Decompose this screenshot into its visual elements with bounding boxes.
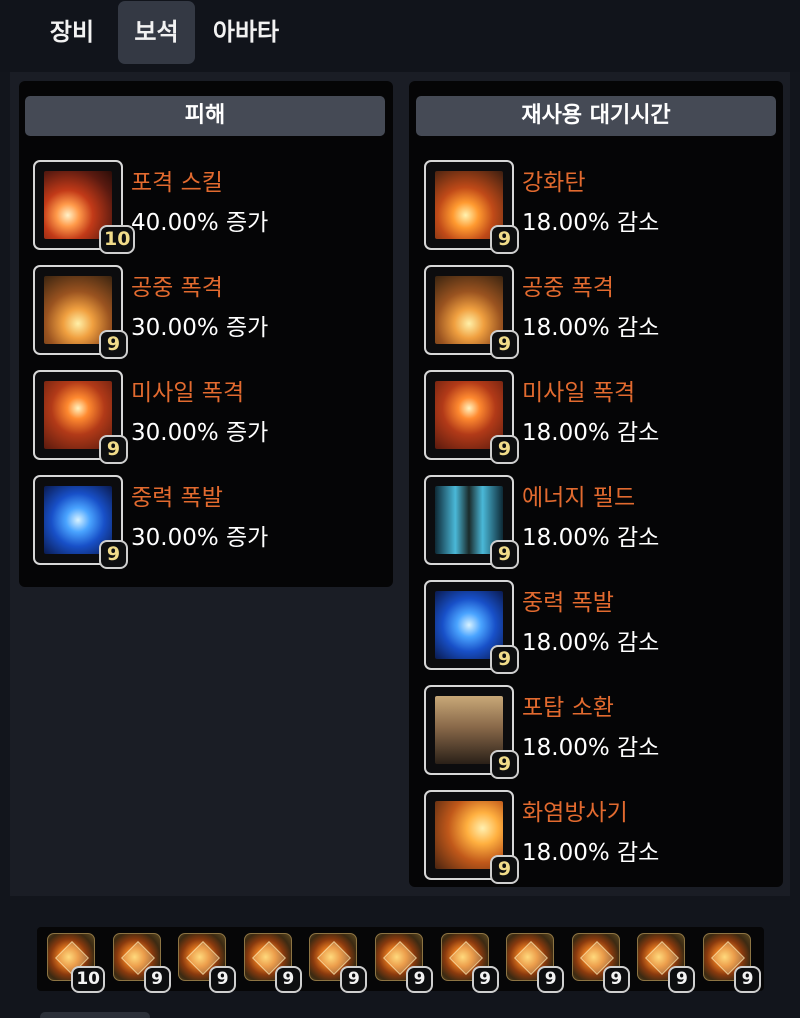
skill-row[interactable]: 9 중력 폭발 30.00% 증가 [33,475,333,569]
tab-gems[interactable]: 보석 [118,1,195,64]
skill-effect: 18.00% 감소 [522,630,660,656]
gem-slot[interactable]: 9 [375,933,433,993]
skill-name: 포격 스킬 [131,170,223,196]
skill-effect: 30.00% 증가 [131,525,269,551]
skill-name: 에너지 필드 [522,485,636,511]
skill-row[interactable]: 9 강화탄 18.00% 감소 [424,160,724,254]
level-badge: 9 [490,540,519,569]
tab-avatar[interactable]: 아바타 [202,1,290,64]
skill-row[interactable]: 9 공중 폭격 30.00% 증가 [33,265,333,359]
skill-row[interactable]: 9 에너지 필드 18.00% 감소 [424,475,724,569]
gem-slot[interactable]: 9 [703,933,761,993]
gem-level-badge: 9 [734,966,761,993]
skill-name: 미사일 폭격 [131,380,245,406]
skill-effect: 18.00% 감소 [522,735,660,761]
skill-name: 포탑 소환 [522,695,614,721]
gem-level-badge: 9 [340,966,368,993]
gem-level-badge: 9 [602,966,630,993]
level-badge: 9 [490,855,519,884]
gem-slot[interactable]: 9 [637,933,696,993]
gem-slot[interactable]: 9 [178,933,237,993]
level-badge: 9 [490,750,519,779]
skill-row[interactable]: 10 포격 스킬 40.00% 증가 [33,160,333,254]
gem-level-badge: 9 [209,966,237,993]
level-badge: 9 [99,435,128,464]
gem-slot[interactable]: 9 [243,933,302,993]
skill-effect: 18.00% 감소 [522,525,660,551]
skill-name: 공중 폭격 [131,275,223,301]
gem-slot[interactable]: 9 [506,933,565,993]
skill-row[interactable]: 9 공중 폭격 18.00% 감소 [424,265,724,359]
gem-level-badge: 9 [274,966,302,993]
skill-row[interactable]: 9 화염방사기 18.00% 감소 [424,790,724,884]
skill-effect: 18.00% 감소 [522,420,660,446]
gem-level-badge: 10 [71,966,105,993]
level-badge: 9 [490,330,519,359]
gem-slot[interactable]: 9 [112,933,171,993]
skill-effect: 18.00% 감소 [522,840,660,866]
skill-name: 공중 폭격 [522,275,614,301]
gem-slot[interactable]: 9 [309,933,368,993]
skill-row[interactable]: 9 포탑 소환 18.00% 감소 [424,685,724,779]
level-badge: 9 [490,225,519,254]
tab-bar: 장비 보석 아바타 [0,0,800,72]
gem-level-badge: 9 [537,966,565,993]
skill-effect: 18.00% 감소 [522,315,660,341]
gem-bar: 10 9 9 9 9 9 9 9 9 9 9 [10,896,790,1018]
skill-name: 화염방사기 [522,800,628,826]
gem-level-badge: 9 [668,966,696,993]
skill-name: 중력 폭발 [522,590,614,616]
gem-slot[interactable]: 9 [440,933,499,993]
skill-effect: 40.00% 증가 [131,210,269,236]
skill-row[interactable]: 9 미사일 폭격 30.00% 증가 [33,370,333,464]
cooldown-panel-title: 재사용 대기시간 [416,96,776,136]
gem-level-badge: 9 [406,966,433,993]
skill-row[interactable]: 9 중력 폭발 18.00% 감소 [424,580,724,674]
level-badge: 10 [99,225,136,254]
level-badge: 9 [490,435,519,464]
gem-strip: 10 9 9 9 9 9 9 9 9 9 9 [37,927,764,993]
skill-name: 미사일 폭격 [522,380,636,406]
cooldown-panel: 재사용 대기시간 9 강화탄 18.00% 감소 9 공중 폭격 18.00% 감소 9 미사… [409,81,783,887]
level-badge: 9 [99,540,128,569]
gem-level-badge: 9 [471,966,499,993]
damage-panel: 피해 10 포격 스킬 40.00% 증가 9 공중 폭격 30.00% 증가 9 미사일 폭… [19,81,393,587]
level-badge: 9 [490,645,519,674]
level-badge: 9 [99,330,128,359]
skill-effect: 30.00% 증가 [131,420,269,446]
bottom-tab-handle[interactable] [40,1012,150,1018]
gem-level-badge: 9 [143,966,171,993]
gem-slot[interactable]: 10 [47,933,105,993]
tab-equipment[interactable]: 장비 [36,1,108,64]
skill-name: 강화탄 [522,170,586,196]
skill-row[interactable]: 9 미사일 폭격 18.00% 감소 [424,370,724,464]
skill-effect: 30.00% 증가 [131,315,269,341]
skill-name: 중력 폭발 [131,485,223,511]
skill-effect: 18.00% 감소 [522,210,660,236]
gem-slot[interactable]: 9 [571,933,630,993]
damage-panel-title: 피해 [25,96,385,136]
